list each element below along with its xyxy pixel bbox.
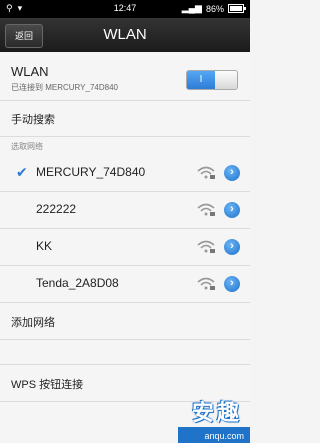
network-row[interactable]: KK › [0,229,250,266]
page-title: WLAN [103,26,147,43]
wlan-toggle-row[interactable]: WLAN 已连接到 MERCURY_74D840 I [0,52,250,101]
manual-search-label: 手动搜索 [11,114,55,126]
wlan-connection-status: 已连接到 MERCURY_74D840 [11,83,118,92]
wps-label: WPS 按钮连接 [11,379,84,391]
check-icon: ✔ [16,164,28,180]
network-name: KK [36,239,53,253]
network-name: 222222 [36,202,77,216]
wlan-switch[interactable]: I [186,70,238,90]
wifi-lock-icon [197,240,215,253]
network-name: Tenda_2A8D08 [36,276,119,290]
add-network-row[interactable]: 添加网络 [0,303,250,340]
network-row[interactable]: 222222 › [0,192,250,229]
wifi-lock-icon [197,166,215,179]
status-right-icons: ▂▄▆ 86% [181,3,246,14]
battery-icon [228,4,246,13]
add-network-label: 添加网络 [11,317,55,329]
watermark-logo: 安趣 [191,400,242,425]
detail-arrow-icon[interactable]: › [224,276,240,292]
watermark-url: anqu.com [204,431,244,441]
network-row[interactable]: Tenda_2A8D08 › [0,266,250,303]
network-row[interactable]: ✔ MERCURY_74D840 › [0,155,250,192]
networks-section-label: 选取网络 [11,142,43,151]
wifi-lock-icon [197,203,215,216]
manual-search-row[interactable]: 手动搜索 [0,101,250,137]
signal-icon: ▂▄▆ [181,3,202,13]
switch-knob [215,71,237,89]
detail-arrow-icon[interactable]: › [224,165,240,181]
wlan-settings-list: WLAN 已连接到 MERCURY_74D840 I 手动搜索 选取网络 ✔ M… [0,52,250,443]
network-name: MERCURY_74D840 [36,165,146,179]
status-bar: ⚲ ▾ 12:47 ▂▄▆ 86% [0,0,250,18]
detail-arrow-icon[interactable]: › [224,202,240,218]
switch-on-indicator: I [187,71,215,89]
battery-text: 86% [205,3,224,14]
wlan-label: WLAN [11,64,49,79]
detail-arrow-icon[interactable]: › [224,239,240,255]
wifi-lock-icon [197,277,215,290]
title-bar: 返回 WLAN [0,18,250,52]
